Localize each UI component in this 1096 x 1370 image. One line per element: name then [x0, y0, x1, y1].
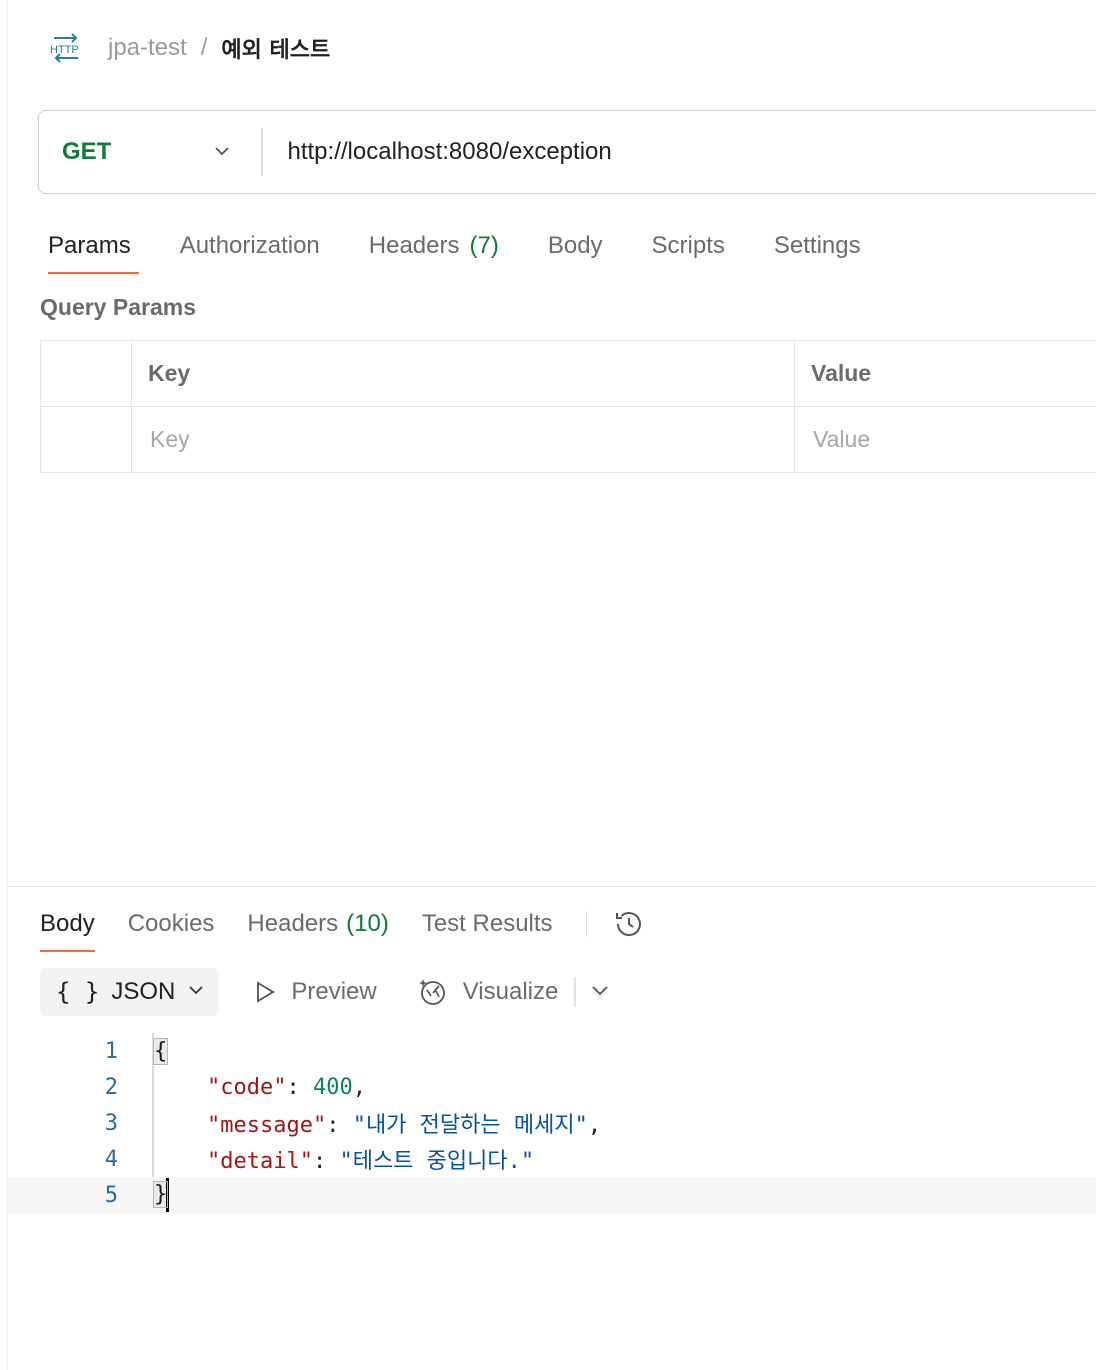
- response-tabs: Body Cookies Headers (10) Test Results: [40, 896, 647, 952]
- key-column-header: Key: [131, 340, 795, 407]
- tab-headers[interactable]: Headers (7): [361, 218, 507, 274]
- method-label: GET: [62, 138, 112, 165]
- breadcrumb-collection[interactable]: jpa-test: [108, 34, 187, 62]
- format-separator: [574, 977, 576, 1007]
- http-icon: HTTP: [48, 30, 84, 66]
- method-select[interactable]: GET: [39, 111, 261, 193]
- chevron-down-icon[interactable]: [590, 980, 610, 1005]
- visualize-button[interactable]: Visualize: [417, 976, 559, 1008]
- svg-text:HTTP: HTTP: [50, 44, 79, 56]
- code-line: 1 {: [8, 1033, 1096, 1069]
- tab-label: Body: [40, 910, 95, 937]
- request-tabs: Params Authorization Headers (7) Body Scr…: [40, 218, 902, 278]
- query-params-table: Key Value Key Value: [40, 340, 1096, 473]
- response-headers-count: (10): [346, 910, 389, 937]
- tab-label: Authorization: [179, 232, 320, 259]
- tab-scripts[interactable]: Scripts: [644, 218, 733, 274]
- tab-separator: [585, 911, 588, 937]
- line-number: 5: [104, 1182, 118, 1208]
- breadcrumb-separator: /: [200, 34, 208, 61]
- json-string: "테스트 중입니다.": [339, 1149, 535, 1174]
- query-params-title: Query Params: [40, 294, 196, 320]
- tab-cookies[interactable]: Cookies: [128, 896, 215, 952]
- format-bar: { } JSON Preview Visualize: [40, 968, 610, 1016]
- text-cursor: [166, 1178, 170, 1212]
- format-select[interactable]: { } JSON: [40, 968, 220, 1016]
- braces-icon: { }: [56, 978, 100, 1006]
- checkbox-column-header: [40, 340, 132, 407]
- key-input[interactable]: Key: [131, 406, 795, 473]
- format-label: JSON: [111, 978, 176, 1005]
- preview-button[interactable]: Preview: [253, 978, 377, 1006]
- value-input[interactable]: Value: [794, 406, 1096, 473]
- tab-response-headers[interactable]: Headers (10): [247, 896, 388, 952]
- preview-label: Preview: [291, 978, 377, 1005]
- tab-params[interactable]: Params: [40, 218, 139, 274]
- tab-label: Scripts: [651, 232, 725, 259]
- tab-label: Body: [547, 232, 603, 259]
- code-line: 4 "detail": "테스트 중입니다.": [8, 1141, 1096, 1177]
- breadcrumb: HTTP jpa-test / 예외 테스트: [48, 28, 330, 68]
- chevron-down-icon: [187, 981, 205, 1004]
- value-column-header: Value: [794, 340, 1096, 407]
- tab-label: Headers: [247, 910, 339, 937]
- json-key: "detail": [206, 1149, 313, 1174]
- tab-label: Params: [48, 232, 131, 259]
- tab-label: Settings: [773, 232, 861, 259]
- json-brace: {: [152, 1037, 169, 1065]
- tab-response-body[interactable]: Body: [40, 896, 95, 952]
- tab-label: Cookies: [127, 910, 215, 937]
- response-body-editor[interactable]: 1 { 2 "code": 400, 3 "message": "내가 전달하는…: [8, 1033, 1096, 1213]
- response-divider[interactable]: [8, 886, 1096, 887]
- tab-label: Headers: [368, 232, 460, 259]
- url-bar: GET: [38, 110, 1096, 194]
- table-row: Key Value: [40, 406, 1096, 473]
- code-line: 3 "message": "내가 전달하는 메세지",: [8, 1105, 1096, 1141]
- line-number: 4: [104, 1146, 118, 1172]
- json-key: "message": [206, 1113, 327, 1138]
- code-line-current: 5 }: [8, 1177, 1096, 1213]
- visualize-label: Visualize: [462, 978, 559, 1005]
- headers-count: (7): [469, 232, 499, 259]
- line-number: 1: [104, 1038, 118, 1064]
- json-brace: }: [152, 1181, 169, 1208]
- visualize-icon: [418, 979, 445, 1005]
- json-number: 400: [312, 1074, 353, 1100]
- tab-body[interactable]: Body: [540, 218, 611, 274]
- tab-settings[interactable]: Settings: [766, 218, 869, 274]
- line-number: 2: [104, 1074, 118, 1100]
- play-icon: [257, 981, 276, 1003]
- table-header-row: Key Value: [40, 340, 1096, 407]
- row-checkbox-cell: [40, 406, 132, 473]
- url-input[interactable]: [262, 111, 1096, 193]
- line-number: 3: [104, 1110, 118, 1136]
- json-string: "내가 전달하는 메세지": [352, 1113, 588, 1138]
- tab-label: Test Results: [421, 910, 553, 937]
- tab-test-results[interactable]: Test Results: [422, 896, 553, 952]
- history-icon[interactable]: [611, 906, 647, 942]
- chevron-down-icon: [213, 142, 231, 165]
- json-key: "code": [206, 1074, 287, 1100]
- request-name[interactable]: 예외 테스트: [221, 32, 330, 64]
- code-line: 2 "code": 400,: [8, 1069, 1096, 1105]
- tab-authorization[interactable]: Authorization: [172, 218, 328, 274]
